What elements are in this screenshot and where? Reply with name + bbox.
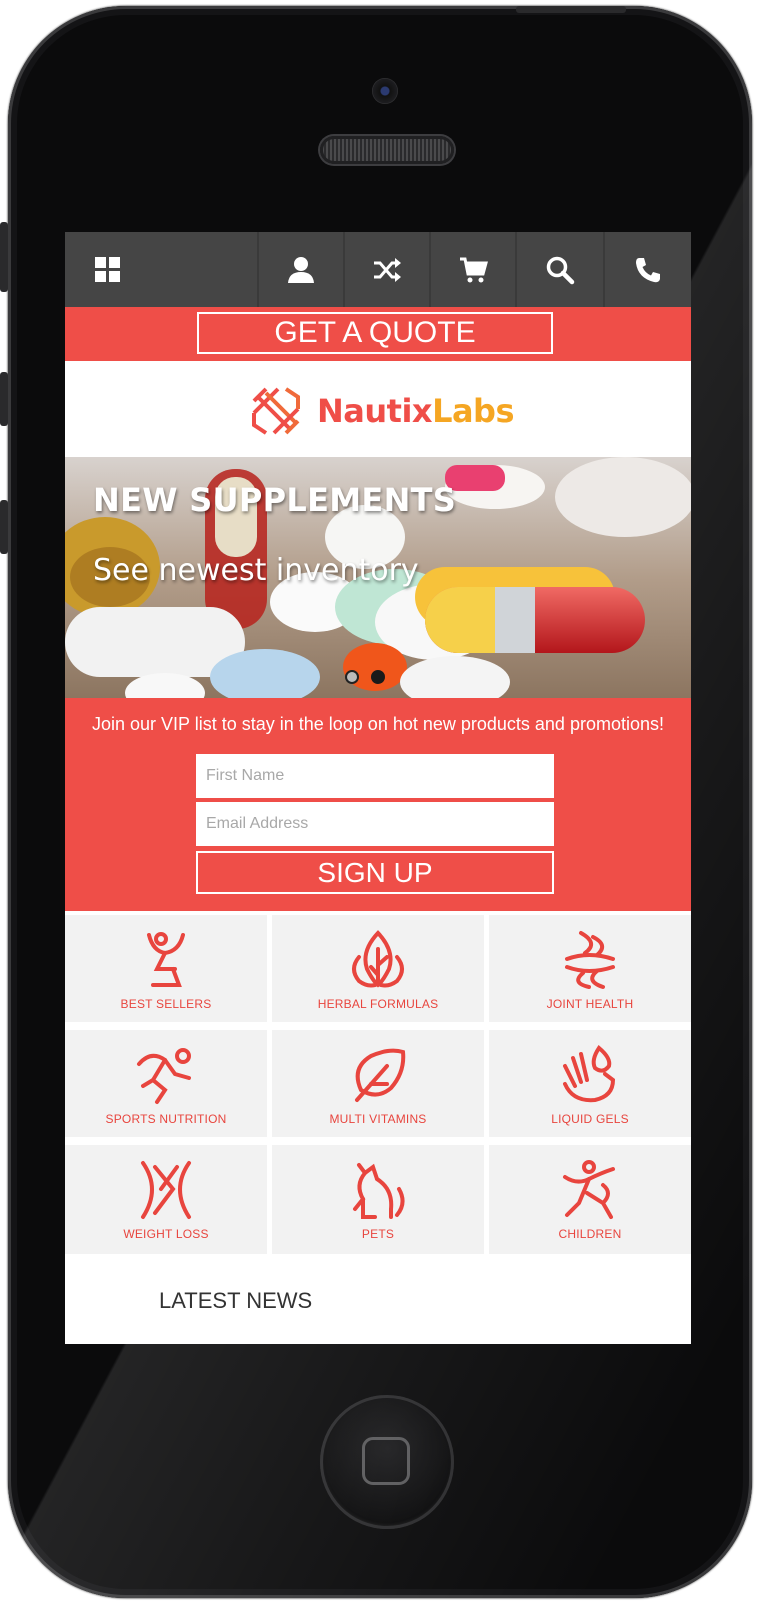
carousel-dot-1[interactable] — [345, 670, 359, 684]
compare-button[interactable] — [345, 232, 431, 307]
user-icon — [288, 256, 314, 283]
grid-icon — [95, 256, 120, 282]
joint-icon — [565, 931, 615, 989]
earpiece-speaker — [320, 136, 454, 164]
get-a-quote-button[interactable]: GET A QUOTE — [197, 312, 553, 354]
top-navbar — [65, 232, 691, 307]
category-label: BEST SELLERS — [120, 997, 212, 1011]
category-label: HERBAL FORMULAS — [317, 997, 439, 1011]
category-label: MULTI VITAMINS — [329, 1112, 427, 1126]
leaf-icon — [352, 930, 404, 988]
category-sports-nutrition[interactable]: SPORTS NUTRITION — [65, 1030, 267, 1137]
email-input[interactable] — [196, 802, 554, 846]
vip-signup-section: Join our VIP list to stay in the loop on… — [65, 698, 691, 911]
volume-down-button — [0, 500, 8, 554]
category-liquid-gels[interactable]: LIQUID GELS — [489, 1030, 691, 1137]
brand-name-part2: Labs — [432, 392, 514, 430]
category-label: JOINT HEALTH — [546, 997, 634, 1011]
home-button — [320, 1395, 454, 1529]
category-best-sellers[interactable]: BEST SELLERS — [65, 915, 267, 1022]
waist-icon — [141, 1161, 191, 1219]
category-label: SPORTS NUTRITION — [105, 1112, 227, 1126]
search-button[interactable] — [517, 232, 605, 307]
hero-subtitle: See newest inventory — [93, 553, 419, 588]
cat-icon — [353, 1163, 405, 1219]
mobile-screen: GET A QUOTE NautixLabs NEW SUPPLEMENTS S… — [65, 232, 691, 1344]
latest-news-section: LATEST NEWS — [65, 1254, 691, 1344]
child-icon — [563, 1160, 615, 1219]
latest-news-title: LATEST NEWS — [159, 1288, 313, 1313]
first-name-input[interactable] — [196, 754, 554, 798]
brand-name-part1: Nautix — [317, 392, 433, 430]
shuffle-icon — [374, 257, 401, 282]
category-children[interactable]: CHILDREN — [489, 1145, 691, 1254]
sign-up-button[interactable]: SIGN UP — [196, 851, 554, 894]
category-label: CHILDREN — [558, 1227, 622, 1241]
cart-button[interactable] — [431, 232, 517, 307]
category-herbal-formulas[interactable]: HERBAL FORMULAS — [272, 915, 484, 1022]
category-multi-vitamins[interactable]: MULTI VITAMINS — [272, 1030, 484, 1137]
mute-switch — [0, 222, 8, 292]
front-camera — [372, 78, 398, 104]
search-icon — [546, 256, 575, 284]
quote-bar: GET A QUOTE — [65, 307, 691, 361]
phone-icon — [636, 257, 660, 282]
category-label: PETS — [361, 1227, 395, 1241]
category-pets[interactable]: PETS — [272, 1145, 484, 1254]
category-label: LIQUID GELS — [551, 1112, 629, 1126]
call-button[interactable] — [605, 232, 691, 307]
category-label: WEIGHT LOSS — [123, 1227, 209, 1241]
category-weight-loss[interactable]: WEIGHT LOSS — [65, 1145, 267, 1254]
hand-drop-icon — [563, 1045, 616, 1103]
brand-name: NautixLabs — [317, 391, 514, 431]
power-button — [516, 6, 626, 13]
signup-message: Join our VIP list to stay in the loop on… — [91, 714, 664, 734]
category-joint-health[interactable]: JOINT HEALTH — [489, 915, 691, 1022]
home-square-icon — [362, 1437, 410, 1485]
menu-button[interactable] — [65, 232, 259, 307]
hero-carousel[interactable]: NEW SUPPLEMENTS See newest inventory — [65, 457, 691, 698]
volume-up-button — [0, 372, 8, 426]
carousel-dot-2[interactable] — [371, 670, 385, 684]
category-grid: BEST SELLERS HERBAL FORMULAS JOINT HEALT… — [65, 911, 691, 1254]
trophy-person-icon — [147, 932, 185, 987]
runner-icon — [137, 1048, 191, 1104]
leaf-capsule-icon — [355, 1048, 406, 1102]
cart-icon — [460, 257, 488, 282]
hero-title: NEW SUPPLEMENTS — [93, 481, 457, 519]
nautix-logo-icon — [252, 387, 300, 435]
account-button[interactable] — [259, 232, 345, 307]
brand-header[interactable]: NautixLabs — [65, 361, 691, 457]
